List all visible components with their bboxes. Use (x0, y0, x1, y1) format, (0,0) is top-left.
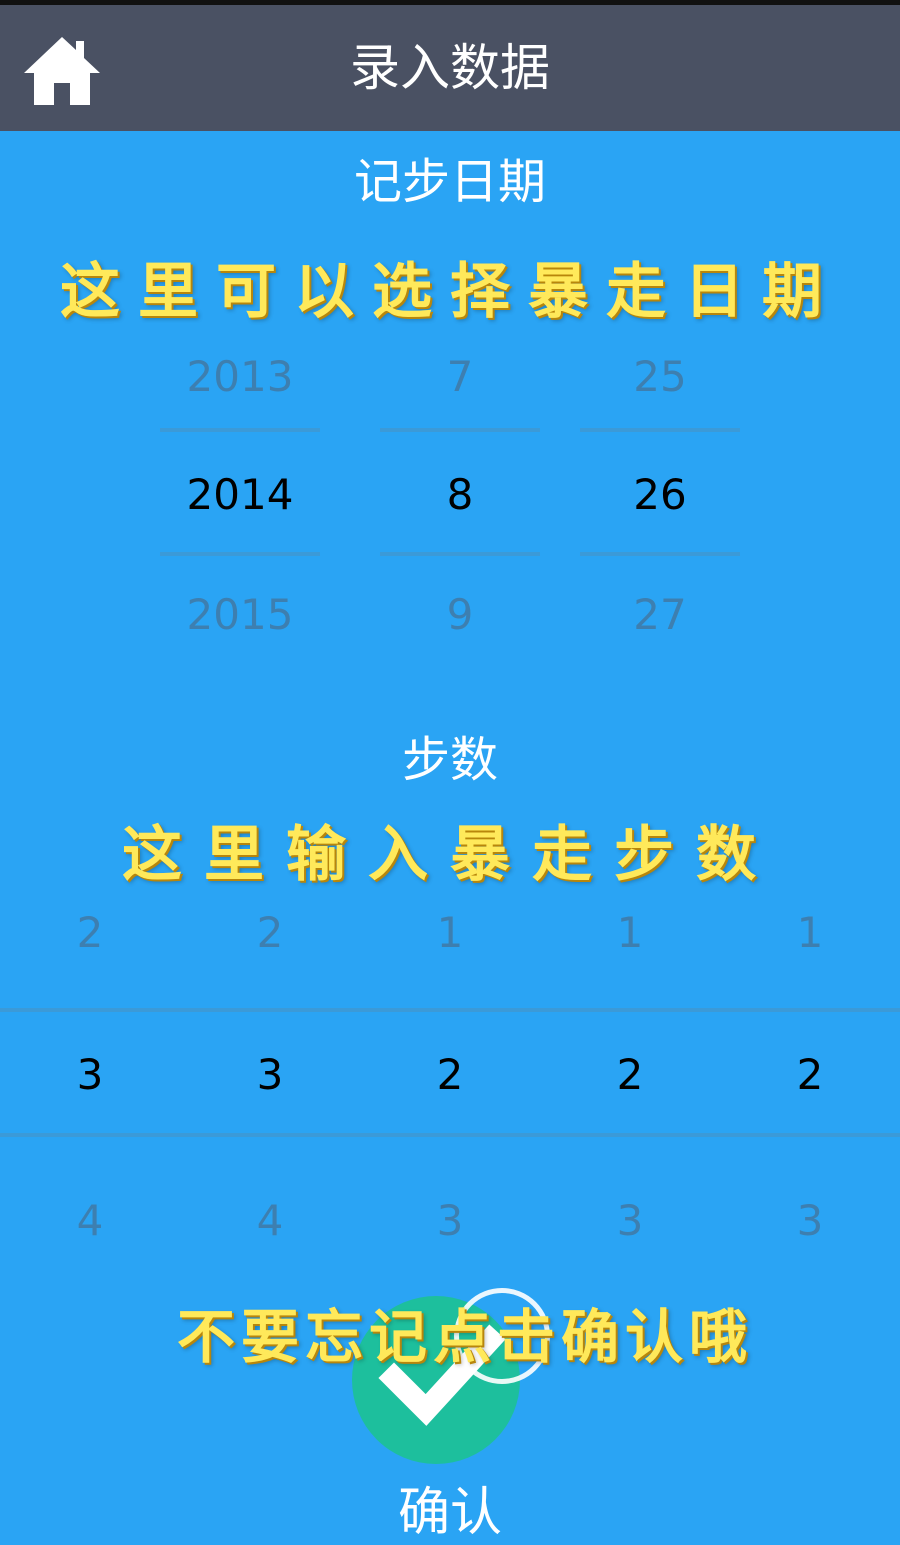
digit-current[interactable]: 2 (570, 1050, 690, 1099)
digit-prev[interactable]: 2 (30, 908, 150, 957)
picker-divider (380, 552, 540, 556)
picker-divider (160, 428, 320, 432)
date-hint-annotation: 这里可以选择暴走日期 (60, 257, 840, 327)
step-digit-picker-3[interactable]: 1 2 3 (390, 900, 510, 1260)
confirm-hint-annotation: 不要忘记点击确认哦 (176, 1303, 753, 1371)
day-prev[interactable]: 25 (580, 352, 740, 401)
app-header: 录入数据 (0, 5, 900, 131)
year-next[interactable]: 2015 (160, 590, 320, 639)
digit-prev[interactable]: 1 (750, 908, 870, 957)
digit-current[interactable]: 3 (210, 1050, 330, 1099)
digit-prev[interactable]: 2 (210, 908, 330, 957)
picker-divider (580, 428, 740, 432)
step-digit-picker-2[interactable]: 2 3 4 (210, 900, 330, 1260)
day-next[interactable]: 27 (580, 590, 740, 639)
digit-next[interactable]: 4 (210, 1196, 330, 1245)
year-picker[interactable]: 2013 2014 2015 (160, 340, 320, 660)
digit-current[interactable]: 2 (750, 1050, 870, 1099)
digit-prev[interactable]: 1 (390, 908, 510, 957)
digit-current[interactable]: 3 (30, 1050, 150, 1099)
confirm-label[interactable]: 确认 (0, 1470, 900, 1545)
day-picker[interactable]: 25 26 27 (580, 340, 740, 660)
digit-prev[interactable]: 1 (570, 908, 690, 957)
day-current[interactable]: 26 (580, 470, 740, 519)
year-current[interactable]: 2014 (160, 470, 320, 519)
year-prev[interactable]: 2013 (160, 352, 320, 401)
page-title: 录入数据 (350, 39, 550, 97)
step-digit-picker-1[interactable]: 2 3 4 (30, 900, 150, 1260)
month-picker[interactable]: 7 8 9 (380, 340, 540, 660)
picker-divider (380, 428, 540, 432)
date-label: 记步日期 (353, 154, 546, 210)
month-prev[interactable]: 7 (380, 352, 540, 401)
digit-next[interactable]: 3 (750, 1196, 870, 1245)
picker-divider (160, 552, 320, 556)
picker-divider (580, 552, 740, 556)
steps-label: 步数 (401, 732, 498, 788)
steps-hint-annotation: 这里输入暴走步数 (122, 820, 778, 890)
month-current[interactable]: 8 (380, 470, 540, 519)
step-digit-picker-5[interactable]: 1 2 3 (750, 900, 870, 1260)
month-next[interactable]: 9 (380, 590, 540, 639)
digit-current[interactable]: 2 (390, 1050, 510, 1099)
step-digit-picker-4[interactable]: 1 2 3 (570, 900, 690, 1260)
digit-next[interactable]: 3 (570, 1196, 690, 1245)
digit-next[interactable]: 4 (30, 1196, 150, 1245)
digit-next[interactable]: 3 (390, 1196, 510, 1245)
